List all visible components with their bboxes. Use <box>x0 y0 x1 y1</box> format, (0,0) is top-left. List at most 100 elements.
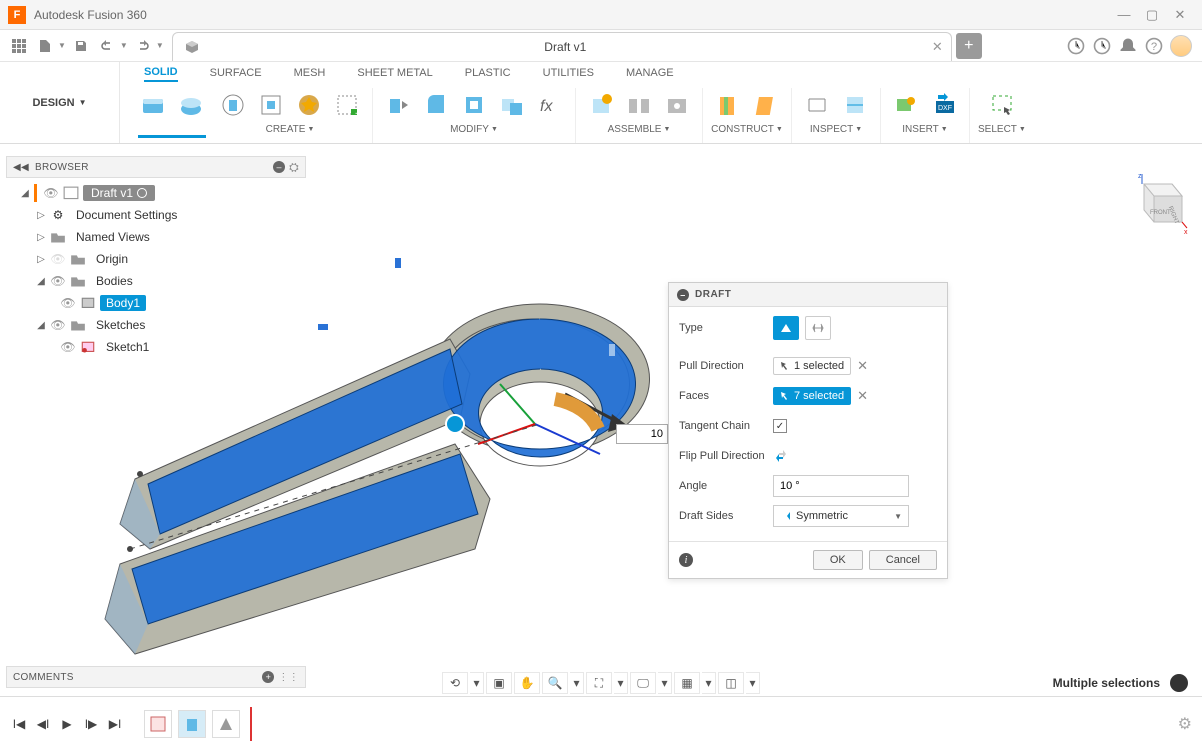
activate-radio-icon[interactable] <box>137 188 147 198</box>
ribbon-tab-mesh[interactable]: MESH <box>294 65 326 81</box>
tree-origin[interactable]: ▷ 👁 Origin <box>34 248 306 270</box>
tree-sketch1[interactable]: 👁 Sketch1 <box>58 336 306 358</box>
chevron-down-icon[interactable]: ▾ <box>746 672 760 694</box>
close-window-button[interactable]: ✕ <box>1166 4 1194 26</box>
joint-button[interactable] <box>622 88 656 122</box>
visibility-icon[interactable]: 👁 <box>60 340 76 354</box>
collapse-dialog-icon[interactable]: – <box>677 289 689 301</box>
timeline-settings-icon[interactable]: ⚙ <box>1178 714 1192 734</box>
timeline-sketch-feature[interactable] <box>144 710 172 738</box>
ok-button[interactable]: OK <box>813 550 863 570</box>
axis-button[interactable] <box>749 88 783 122</box>
ribbon-tab-surface[interactable]: SURFACE <box>210 65 262 81</box>
ribbon-tab-solid[interactable]: SOLID <box>144 64 178 82</box>
faces-selector[interactable]: 7 selected <box>773 387 851 405</box>
redo-button[interactable] <box>132 35 154 57</box>
create-form-button[interactable] <box>174 88 208 122</box>
orbit-button[interactable]: ⟲ <box>442 672 468 694</box>
ribbon-tab-plastic[interactable]: PLASTIC <box>465 65 511 81</box>
new-sketch-button[interactable] <box>136 88 170 122</box>
visibility-icon[interactable]: 👁 <box>50 318 66 332</box>
flip-direction-button[interactable] <box>773 448 789 464</box>
chevron-down-icon[interactable]: ▾ <box>470 672 484 694</box>
emboss-button[interactable] <box>292 88 326 122</box>
extensions-icon[interactable] <box>1066 36 1086 56</box>
tree-body1[interactable]: 👁 Body1 <box>58 292 306 314</box>
minimize-button[interactable]: — <box>1110 4 1138 26</box>
user-avatar[interactable] <box>1170 35 1192 57</box>
chevron-down-icon[interactable]: ▾ <box>658 672 672 694</box>
measure-button[interactable] <box>800 88 834 122</box>
offset-plane-button[interactable] <box>711 88 745 122</box>
insert-dxf-button[interactable]: DXF <box>927 88 961 122</box>
expand-icon[interactable]: ▷ <box>36 210 46 221</box>
visibility-off-icon[interactable]: 👁 <box>50 252 66 266</box>
comments-header[interactable]: COMMENTS + ⋮⋮ <box>6 666 306 688</box>
panel-resize-icon[interactable]: ⋮⋮ <box>278 672 299 683</box>
pull-direction-selector[interactable]: 1 selected <box>773 357 851 375</box>
apps-grid-icon[interactable] <box>8 35 30 57</box>
status-orb-icon[interactable] <box>1170 674 1188 692</box>
timeline-play-button[interactable]: ▶ <box>58 715 76 733</box>
visibility-icon[interactable]: 👁 <box>50 274 66 288</box>
angle-canvas-input[interactable] <box>616 424 668 444</box>
zoom-button[interactable]: 🔍 <box>542 672 568 694</box>
chevron-down-icon[interactable]: ▾ <box>702 672 716 694</box>
tree-named-views[interactable]: ▷ Named Views <box>34 226 306 248</box>
browser-header[interactable]: ◀◀ BROWSER – ⛭ <box>6 156 306 178</box>
revolve-button[interactable] <box>254 88 288 122</box>
fit-button[interactable]: ⛶ <box>586 672 612 694</box>
timeline-step-forward-button[interactable]: I▶ <box>82 715 100 733</box>
new-tab-button[interactable]: + <box>956 33 982 59</box>
maximize-button[interactable]: ▢ <box>1138 4 1166 26</box>
parameters-button[interactable]: fx <box>533 88 567 122</box>
undo-button[interactable] <box>96 35 118 57</box>
document-tab[interactable]: Draft v1 ✕ <box>172 32 952 61</box>
expand-icon[interactable]: ▷ <box>36 232 46 243</box>
pan-button[interactable]: ✋ <box>514 672 540 694</box>
viewport-layout-button[interactable]: ◫ <box>718 672 744 694</box>
save-button[interactable] <box>70 35 92 57</box>
chevron-down-icon[interactable]: ▾ <box>614 672 628 694</box>
file-menu-button[interactable] <box>34 35 56 57</box>
expand-icon[interactable]: ◢ <box>36 320 46 331</box>
timeline-end-button[interactable]: ▶I <box>106 715 124 733</box>
cancel-button[interactable]: Cancel <box>869 550 937 570</box>
ribbon-tab-manage[interactable]: MANAGE <box>626 65 674 81</box>
shell-button[interactable] <box>457 88 491 122</box>
visibility-icon[interactable]: 👁 <box>43 186 59 200</box>
fillet-button[interactable] <box>419 88 453 122</box>
minimize-panel-icon[interactable]: – <box>273 161 285 173</box>
chevron-down-icon[interactable]: ▾ <box>570 672 584 694</box>
view-cube[interactable]: FRONT RIGHT z x <box>1124 172 1188 236</box>
tree-doc-settings[interactable]: ▷ ⚙ Document Settings <box>34 204 306 226</box>
look-at-button[interactable]: ▣ <box>486 672 512 694</box>
help-icon[interactable]: ? <box>1144 36 1164 56</box>
timeline-extrude-feature[interactable] <box>178 710 206 738</box>
draft-sides-dropdown[interactable]: Symmetric ▼ <box>773 505 909 527</box>
clear-selection-icon[interactable]: ✕ <box>857 388 868 404</box>
visibility-icon[interactable]: 👁 <box>60 296 76 310</box>
grid-snap-button[interactable]: ▦ <box>674 672 700 694</box>
clear-selection-icon[interactable]: ✕ <box>857 358 868 374</box>
type-fixed-plane-button[interactable] <box>773 316 799 340</box>
info-icon[interactable]: i <box>679 553 693 567</box>
timeline-draft-feature[interactable] <box>212 710 240 738</box>
draft-dialog-header[interactable]: – DRAFT <box>669 283 947 307</box>
add-comment-icon[interactable]: + <box>262 671 274 683</box>
new-component-button[interactable] <box>584 88 618 122</box>
extrude-button[interactable] <box>216 88 250 122</box>
hole-button[interactable]: + <box>330 88 364 122</box>
type-parting-line-button[interactable] <box>805 316 831 340</box>
timeline-start-button[interactable]: I◀ <box>10 715 28 733</box>
jobs-icon[interactable] <box>1092 36 1112 56</box>
insert-derive-button[interactable] <box>889 88 923 122</box>
combine-button[interactable] <box>495 88 529 122</box>
tree-sketches[interactable]: ◢ 👁 Sketches <box>34 314 306 336</box>
workspace-switcher[interactable]: DESIGN ▼ <box>0 62 120 143</box>
ribbon-tab-utilities[interactable]: UTILITIES <box>543 65 594 81</box>
expand-icon[interactable]: ▷ <box>36 254 46 265</box>
expand-icon[interactable]: ◢ <box>36 276 46 287</box>
tangent-chain-checkbox[interactable]: ✓ <box>773 419 787 433</box>
select-button[interactable] <box>985 88 1019 122</box>
